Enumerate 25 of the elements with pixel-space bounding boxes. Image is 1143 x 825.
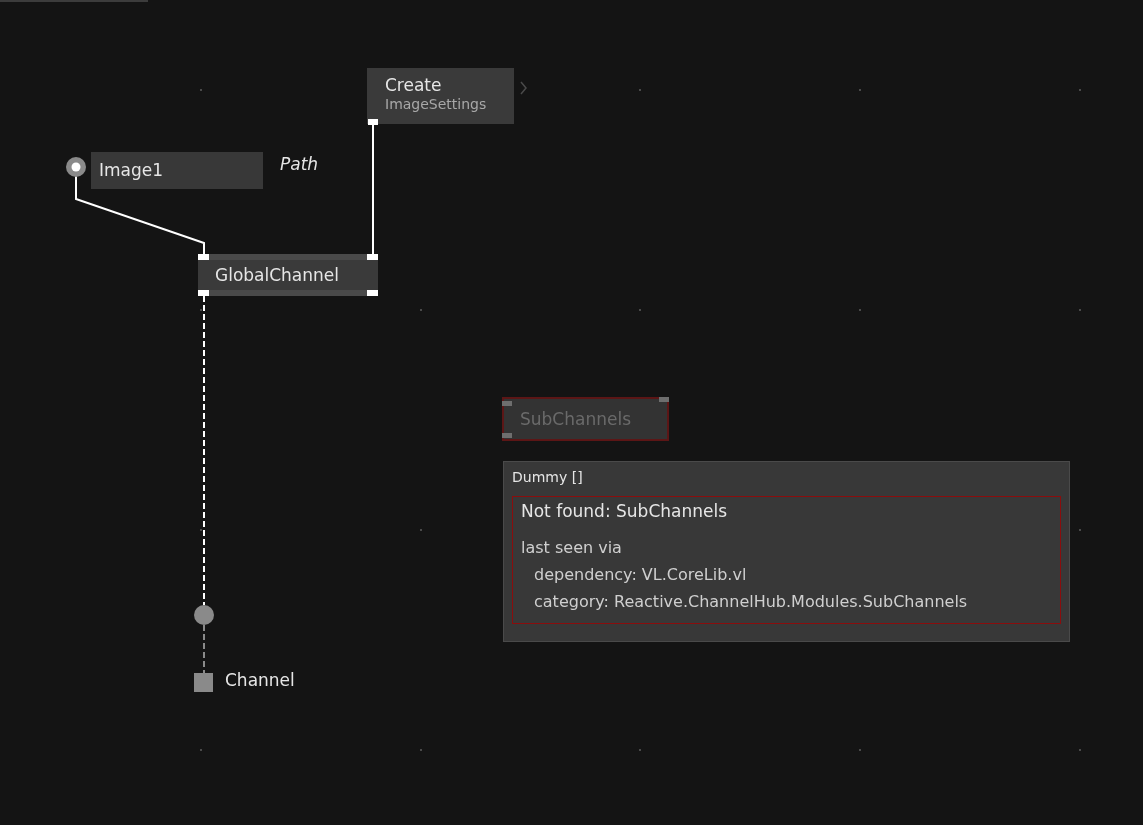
output-pin-icon[interactable] [66,157,86,177]
pin-handle[interactable] [198,254,209,260]
node-title: GlobalChannel [215,264,341,286]
pin-label: Path [280,154,319,174]
node-title: Create [385,74,443,96]
pad-label: Channel [225,670,295,690]
pad-circle-icon[interactable] [194,605,214,625]
tooltip-title: Dummy [] [512,468,584,487]
chevron-icon[interactable] [520,81,527,95]
pin-handle[interactable] [198,290,209,296]
value-field[interactable]: Image1 [91,152,263,189]
pin-handle[interactable] [502,401,512,406]
error-title: Not found: SubChannels [521,500,729,522]
error-detail: last seen via [521,537,623,559]
pin-handle[interactable] [368,119,378,125]
pin-handle[interactable] [367,290,378,296]
pin-handle[interactable] [367,254,378,260]
node-subtitle: ImageSettings [385,96,488,113]
patch-node[interactable]: GlobalChannel [198,254,378,296]
error-detail: category: Reactive.ChannelHub.Modules.SubChannels [533,591,969,613]
error-detail: dependency: VL.CoreLib.vl [533,564,748,586]
pin-handle[interactable] [659,397,669,402]
pin-handle[interactable] [502,433,512,438]
patch-node[interactable]: Create ImageSettings [367,68,514,124]
pad-square-icon[interactable] [194,673,213,692]
